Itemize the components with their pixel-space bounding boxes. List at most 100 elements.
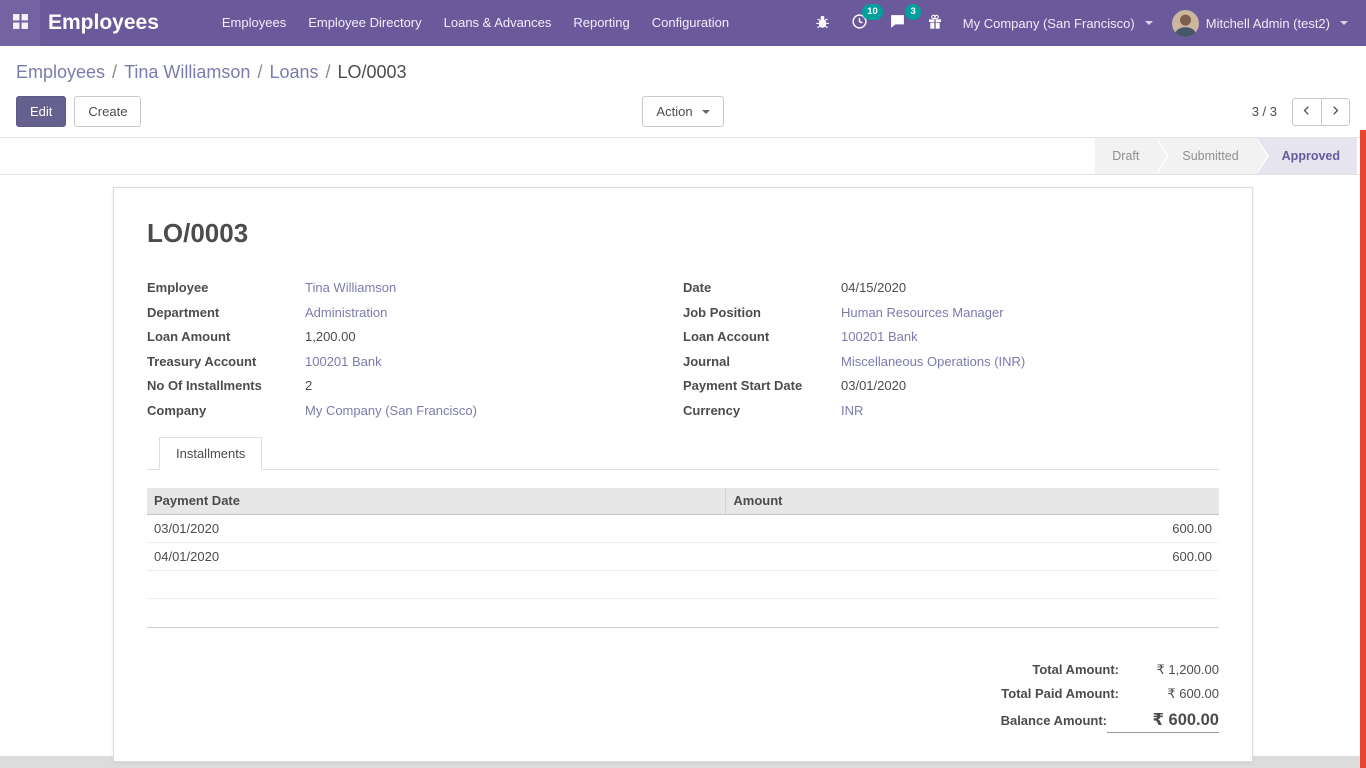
- menu-item-configuration[interactable]: Configuration: [641, 0, 740, 46]
- field-value-treasury-account[interactable]: 100201 Bank: [305, 350, 382, 375]
- breadcrumb-separator: /: [112, 62, 117, 82]
- field-label-department: Department: [147, 301, 305, 326]
- control-panel: Edit Create Action 3 / 3: [0, 89, 1366, 138]
- status-step-draft[interactable]: Draft: [1095, 138, 1156, 174]
- breadcrumb-separator: /: [326, 62, 331, 82]
- field-value-department[interactable]: Administration: [305, 301, 387, 326]
- caret-down-icon: [702, 110, 710, 114]
- breadcrumb-loans[interactable]: Loans: [269, 62, 318, 82]
- chevron-right-icon: [1330, 104, 1340, 119]
- action-menu-button[interactable]: Action: [642, 96, 723, 127]
- messages-badge: 3: [905, 4, 920, 20]
- apps-menu-button[interactable]: [0, 0, 40, 46]
- menu-item-reporting[interactable]: Reporting: [562, 0, 640, 46]
- field-value-date: 04/15/2020: [841, 276, 906, 301]
- table-header-row: Payment Date Amount: [147, 488, 1219, 514]
- cell-amount: 600.00: [726, 542, 1219, 570]
- pager-counter: 3 / 3: [1252, 104, 1277, 119]
- company-switcher[interactable]: My Company (San Francisco): [959, 16, 1157, 31]
- scrollbar-thumb[interactable]: [1360, 130, 1366, 768]
- field-label-currency: Currency: [683, 399, 841, 424]
- navbar-right: 10 3 My Company (San Francisco): [810, 9, 1352, 37]
- status-step-approved[interactable]: Approved: [1256, 138, 1357, 174]
- tab-installments[interactable]: Installments: [159, 437, 262, 470]
- field-value-installments-count: 2: [305, 374, 312, 399]
- edit-button[interactable]: Edit: [16, 96, 66, 127]
- total-paid-label: Total Paid Amount:: [1001, 686, 1119, 701]
- create-button[interactable]: Create: [74, 96, 141, 127]
- total-amount-row: Total Amount: ₹ 1,200.00: [889, 658, 1219, 682]
- balance-amount-value: ₹ 600.00: [1107, 710, 1219, 733]
- cell-payment-date: 03/01/2020: [147, 514, 726, 542]
- statusbar: Draft Submitted Approved: [0, 138, 1366, 175]
- notebook-tabs: Installments: [147, 437, 1219, 470]
- field-value-loan-account[interactable]: 100201 Bank: [841, 325, 918, 350]
- table-row[interactable]: 03/01/2020 600.00: [147, 514, 1219, 542]
- apps-grid-icon: [12, 13, 29, 33]
- column-header-amount[interactable]: Amount: [726, 488, 1219, 514]
- pager: 3 / 3: [910, 98, 1350, 126]
- field-label-job-position: Job Position: [683, 301, 841, 326]
- totals-footer: Total Amount: ₹ 1,200.00 Total Paid Amou…: [889, 658, 1219, 737]
- breadcrumb-separator: /: [257, 62, 262, 82]
- pager-next-button[interactable]: [1321, 98, 1350, 126]
- debug-mode-button[interactable]: [810, 10, 835, 36]
- breadcrumb-current: LO/0003: [338, 62, 407, 82]
- field-value-loan-amount: 1,200.00: [305, 325, 356, 350]
- user-menu[interactable]: Mitchell Admin (test2): [1168, 10, 1352, 37]
- navbar-left: Employees Employees Employee Directory L…: [0, 0, 740, 46]
- user-name: Mitchell Admin (test2): [1206, 16, 1330, 31]
- control-panel-center: Action: [456, 96, 910, 127]
- field-value-payment-start-date: 03/01/2020: [841, 374, 906, 399]
- announcements-button[interactable]: [922, 10, 948, 37]
- menu-item-employee-directory[interactable]: Employee Directory: [297, 0, 432, 46]
- control-panel-buttons: Edit Create: [16, 96, 456, 127]
- caret-down-icon: [1145, 21, 1153, 25]
- column-header-payment-date[interactable]: Payment Date: [147, 488, 726, 514]
- field-value-employee[interactable]: Tina Williamson: [305, 276, 396, 301]
- company-name: My Company (San Francisco): [963, 16, 1135, 31]
- table-footer-rule: [147, 599, 1219, 628]
- field-label-loan-account: Loan Account: [683, 325, 841, 350]
- field-column-right: Date04/15/2020 Job PositionHuman Resourc…: [683, 276, 1219, 423]
- menu-item-loans-advances[interactable]: Loans & Advances: [433, 0, 563, 46]
- field-column-left: EmployeeTina Williamson DepartmentAdmini…: [147, 276, 683, 423]
- field-label-payment-start-date: Payment Start Date: [683, 374, 841, 399]
- pager-previous-button[interactable]: [1292, 98, 1321, 126]
- field-label-loan-amount: Loan Amount: [147, 325, 305, 350]
- cell-payment-date: 04/01/2020: [147, 542, 726, 570]
- field-value-journal[interactable]: Miscellaneous Operations (INR): [841, 350, 1025, 375]
- main-menu: Employees Employee Directory Loans & Adv…: [211, 0, 740, 46]
- activities-button[interactable]: 10: [846, 9, 873, 37]
- form-sheet: LO/0003 EmployeeTina Williamson Departme…: [113, 187, 1253, 762]
- messages-button[interactable]: 3: [884, 9, 911, 37]
- gift-icon: [927, 14, 943, 33]
- top-navbar: Employees Employees Employee Directory L…: [0, 0, 1366, 46]
- field-value-currency[interactable]: INR: [841, 399, 863, 424]
- installments-table: Payment Date Amount 03/01/2020 600.00 04…: [147, 488, 1219, 599]
- user-avatar: [1172, 10, 1199, 37]
- field-label-company: Company: [147, 399, 305, 424]
- caret-down-icon: [1340, 21, 1348, 25]
- status-step-submitted[interactable]: Submitted: [1156, 138, 1255, 174]
- field-label-treasury-account: Treasury Account: [147, 350, 305, 375]
- menu-item-employees[interactable]: Employees: [211, 0, 297, 46]
- table-row[interactable]: 04/01/2020 600.00: [147, 542, 1219, 570]
- chevron-left-icon: [1302, 104, 1312, 119]
- field-label-employee: Employee: [147, 276, 305, 301]
- total-paid-row: Total Paid Amount: ₹ 600.00: [889, 682, 1219, 706]
- balance-amount-row: Balance Amount: ₹ 600.00: [889, 706, 1219, 737]
- field-value-company[interactable]: My Company (San Francisco): [305, 399, 477, 424]
- field-label-journal: Journal: [683, 350, 841, 375]
- total-amount-label: Total Amount:: [1032, 662, 1119, 677]
- breadcrumb-tina-williamson[interactable]: Tina Williamson: [124, 62, 250, 82]
- field-value-job-position[interactable]: Human Resources Manager: [841, 301, 1004, 326]
- breadcrumb-employees[interactable]: Employees: [16, 62, 105, 82]
- main-content: Employees/Tina Williamson/Loans/LO/0003 …: [0, 46, 1366, 756]
- chat-icon: [889, 13, 906, 33]
- record-title: LO/0003: [147, 218, 1219, 249]
- field-label-installments-count: No Of Installments: [147, 374, 305, 399]
- table-empty-row: [147, 570, 1219, 598]
- app-title: Employees: [48, 11, 159, 35]
- total-paid-value: ₹ 600.00: [1119, 686, 1219, 702]
